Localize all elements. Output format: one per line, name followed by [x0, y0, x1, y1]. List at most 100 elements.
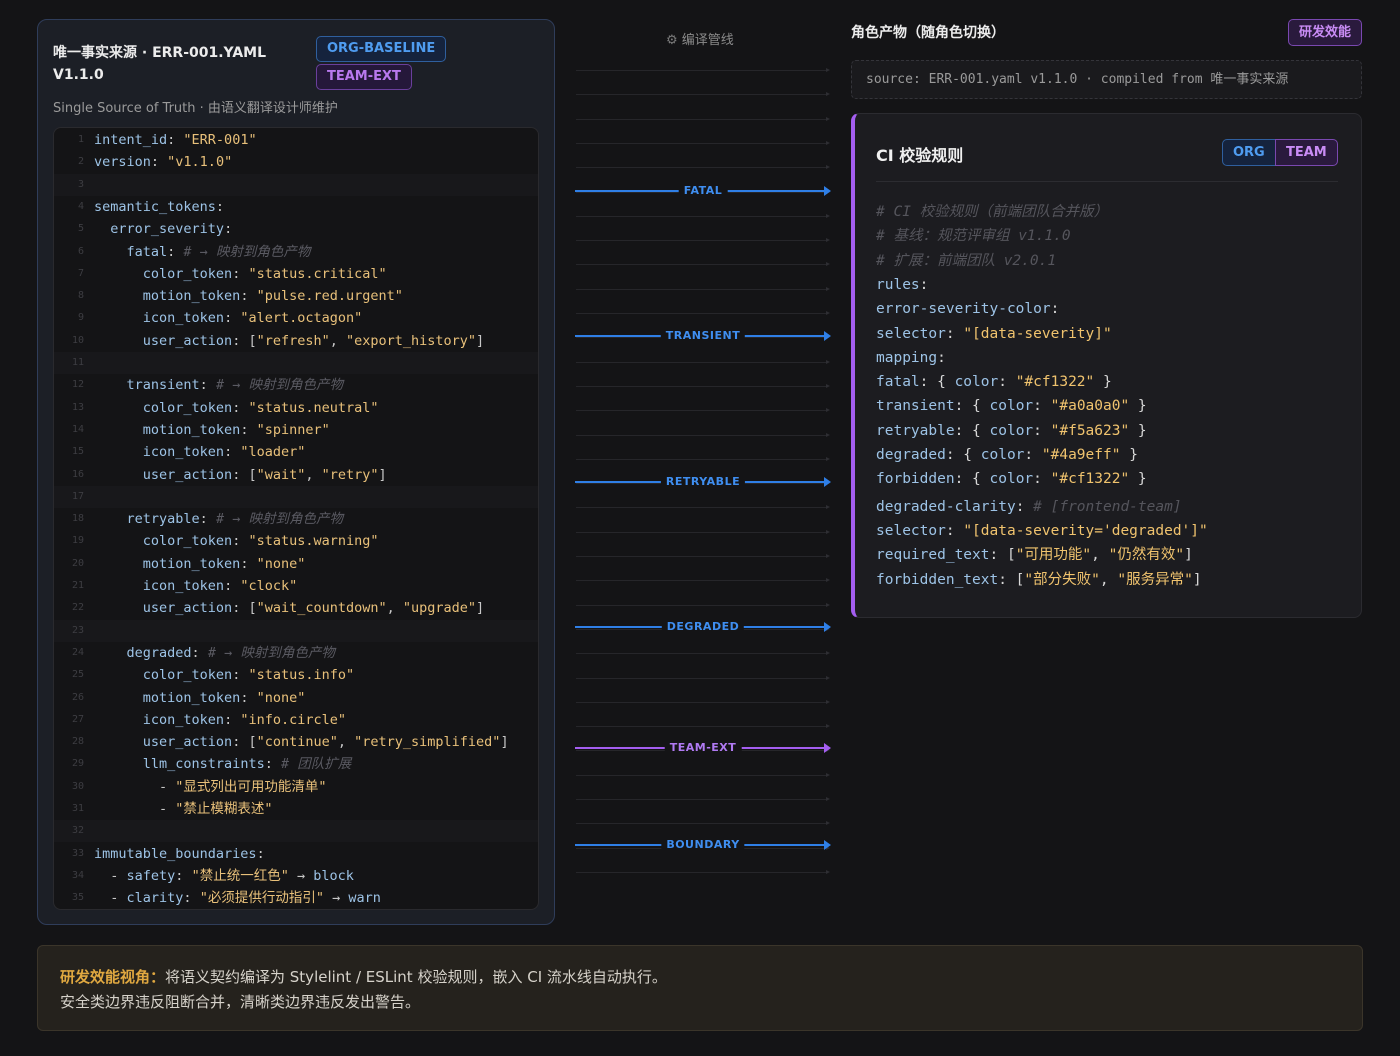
rule-line: fatal: { color: "#cf1322" }	[876, 370, 1112, 394]
code-text: fatal: # → 映射到角色产物	[94, 241, 311, 263]
line-number: 1	[77, 134, 84, 145]
line-number: 6	[77, 245, 84, 257]
code-line: 27 icon_token: "info.circle"	[54, 709, 538, 731]
line-number: 16	[71, 468, 84, 480]
pipeline-flow-boundary: BOUNDARY	[575, 837, 831, 853]
code-line: 31 - "禁止模糊表述"	[54, 798, 538, 820]
arrow-right-icon	[824, 840, 831, 850]
rule-token: color	[954, 374, 999, 391]
code-token: icon_token	[142, 711, 225, 728]
pipeline-track	[576, 651, 830, 656]
code-token: -	[94, 890, 127, 907]
rule-token: : {	[954, 422, 990, 439]
line-number: 33	[71, 847, 84, 859]
rule-token: :	[1033, 471, 1051, 488]
line-number: 35	[71, 892, 84, 904]
code-token: :	[240, 689, 257, 706]
rule-token: "#cf1322"	[1015, 374, 1095, 391]
pipeline-flow-retryable: RETRYABLE	[575, 474, 831, 490]
code-token: color_token	[142, 533, 233, 550]
code-token: ,	[305, 466, 322, 483]
line-number: 30	[71, 780, 84, 792]
pipeline-flow-degraded: DEGRADED	[575, 619, 831, 635]
pipeline-flow-fatal: FATAL	[575, 183, 831, 199]
code-token: color_token	[142, 399, 233, 416]
rule-token: "#cf1322"	[1050, 471, 1130, 488]
code-text: icon_token: "info.circle"	[94, 709, 346, 731]
pipeline-track	[576, 262, 830, 267]
code-text: motion_token: "pulse.red.urgent"	[94, 285, 403, 307]
code-line: 11	[54, 352, 538, 374]
code-token: :	[215, 198, 225, 215]
line-number: 24	[71, 646, 84, 658]
org-baseline-badge[interactable]: ORG-BASELINE	[316, 36, 447, 62]
line-number: 11	[71, 357, 84, 368]
rule-token: :	[937, 349, 946, 366]
flow-label: DEGRADED	[661, 619, 745, 635]
code-token: "必须提供行动指引"	[199, 890, 324, 907]
code-text: intent_id: "ERR-001"	[94, 129, 257, 151]
rule-token: required_text	[876, 547, 990, 564]
code-text: semantic_tokens:	[94, 196, 224, 218]
code-text: error_severity:	[94, 218, 232, 240]
line-number: 34	[71, 869, 84, 881]
rule-line: rules:	[876, 273, 928, 297]
rule-token: "[data-severity]"	[963, 325, 1112, 342]
code-token: icon_token	[142, 578, 225, 594]
code-token: "none"	[256, 555, 306, 572]
code-token: warn	[348, 890, 381, 907]
rule-token: : {	[954, 398, 990, 415]
team-ext-badge[interactable]: TEAM-EXT	[316, 64, 412, 90]
rule-token: "部分失败"	[1024, 571, 1100, 588]
yaml-code-editor[interactable]: 1 intent_id: "ERR-001" 2 version: "v1.1.0" 3…	[53, 127, 539, 910]
perspective-note: 研发效能视角：将语义契约编译为 Stylelint / ESLint 校验规则，…	[37, 945, 1363, 1031]
flow-label: BOUNDARY	[661, 837, 745, 853]
arrow-right-icon	[824, 186, 831, 196]
code-token: : [	[232, 466, 257, 483]
pipeline-track	[576, 602, 830, 607]
rule-line: error-severity-color:	[876, 297, 1059, 321]
note-line-1: 研发效能视角：将语义契约编译为 Stylelint / ESLint 校验规则，…	[60, 965, 1340, 990]
code-text: icon_token: "loader"	[94, 441, 306, 463]
code-text: - "禁止模糊表述"	[94, 798, 273, 820]
pipeline-flow-transient: TRANSIENT	[575, 328, 831, 344]
code-line: 25 color_token: "status.info"	[54, 664, 538, 686]
line-number: 23	[71, 624, 84, 636]
code-line: 19 color_token: "status.warning"	[54, 530, 538, 552]
rule-token: forbidden	[876, 471, 955, 488]
code-token: "continue"	[256, 734, 338, 751]
role-switch-badge[interactable]: 研发效能	[1288, 19, 1363, 46]
code-token: user_action	[142, 466, 233, 483]
rule-token: :	[945, 522, 964, 539]
rule-token: ]	[1184, 547, 1193, 564]
rule-token: }	[1129, 422, 1147, 439]
rule-token: : [	[998, 571, 1025, 588]
code-token: icon_token	[142, 310, 225, 327]
code-text: color_token: "status.critical"	[94, 263, 387, 285]
pipeline-track	[576, 675, 830, 680]
rule-token: "#4a9eff"	[1041, 447, 1121, 463]
code-token: color_token	[142, 265, 233, 282]
rule-line: selector: "[data-severity]"	[876, 322, 1112, 346]
code-token: # → 映射到角色产物	[207, 644, 335, 661]
rule-token: "仍然有效"	[1108, 547, 1185, 564]
rule-token: degraded-clarity	[876, 498, 1016, 515]
team-toggle[interactable]: TEAM	[1275, 139, 1338, 166]
code-token: "显式列出可用功能清单"	[175, 778, 327, 795]
ci-rules-title: CI 校验规则	[876, 146, 964, 165]
rule-line: retryable: { color: "#f5a623" }	[876, 419, 1147, 443]
pipeline-track	[576, 554, 830, 558]
line-number: 7	[77, 267, 84, 279]
code-text: icon_token: "alert.octagon"	[94, 307, 362, 329]
code-text: motion_token: "none"	[94, 553, 306, 575]
code-token: "status.neutral"	[248, 399, 379, 416]
code-token: ,	[386, 600, 403, 617]
line-number: 17	[71, 490, 84, 502]
org-toggle[interactable]: ORG	[1222, 139, 1276, 166]
